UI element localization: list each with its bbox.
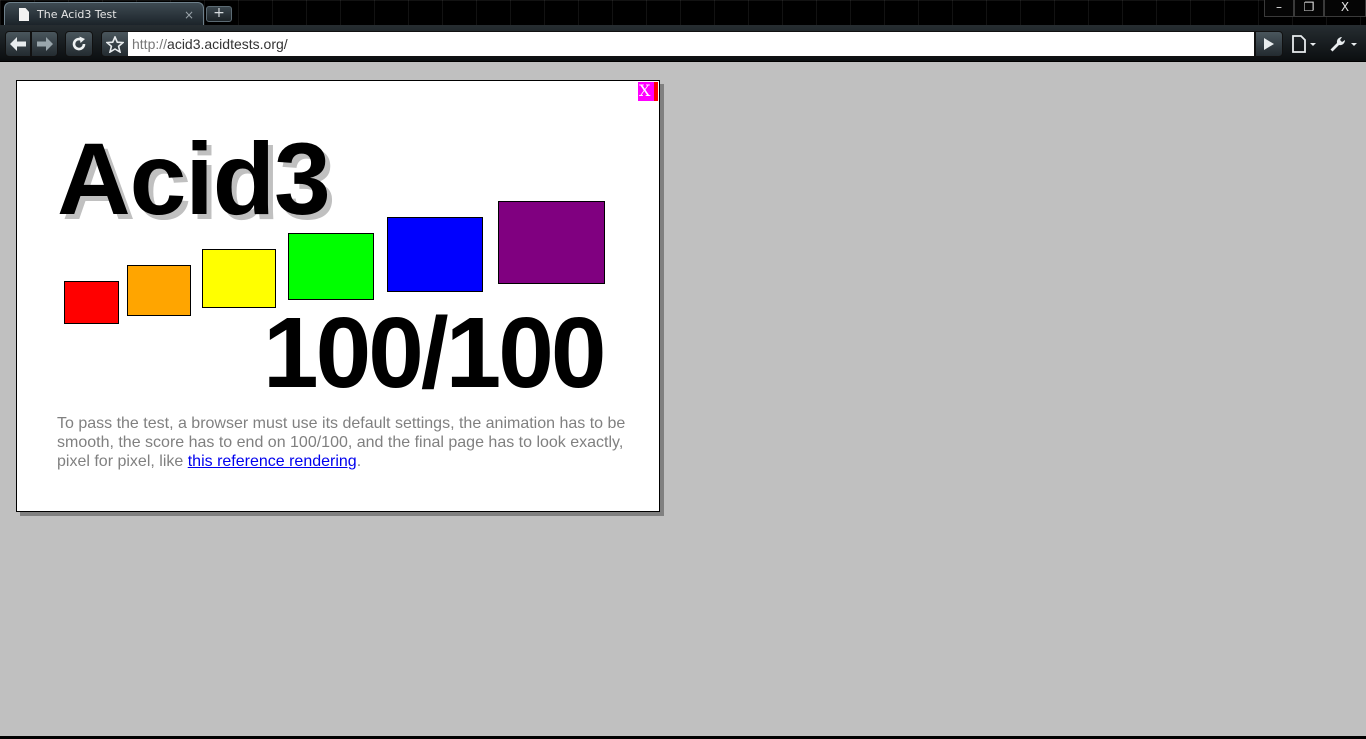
page-icon (19, 8, 29, 21)
minimize-button[interactable]: – (1264, 0, 1294, 17)
url-host-path: acid3.acidtests.org/ (167, 36, 288, 52)
star-icon (106, 35, 124, 53)
page-viewport: X Acid3 100/100 To pass the test, a brow… (0, 63, 1366, 739)
back-arrow-icon (10, 37, 26, 51)
new-tab-button[interactable]: + (206, 6, 232, 22)
back-button[interactable] (5, 31, 31, 57)
acid3-test-panel: X Acid3 100/100 To pass the test, a brow… (16, 80, 660, 512)
bucket-5 (387, 217, 483, 292)
bucket-2 (127, 265, 191, 316)
reference-rendering-link[interactable]: this reference rendering (188, 453, 357, 470)
tab-close-icon[interactable]: × (181, 8, 197, 22)
toolbar: http://acid3.acidtests.org/ (0, 25, 1366, 62)
bucket-4 (288, 233, 374, 300)
go-button[interactable] (1255, 31, 1283, 57)
page-title: Acid3 (57, 122, 331, 236)
score: 100/100 (263, 297, 606, 409)
page-menu-button[interactable] (1288, 31, 1322, 57)
reload-button[interactable] (65, 31, 93, 57)
bucket-1 (64, 281, 119, 324)
close-panel-button[interactable]: X (638, 82, 658, 101)
instructions-text: To pass the test, a browser must use its… (57, 414, 627, 471)
url-scheme: http:// (132, 36, 168, 52)
instructions-suffix: . (356, 453, 362, 470)
tab-acid3[interactable]: The Acid3 Test × (4, 2, 204, 26)
address-bar[interactable]: http://acid3.acidtests.org/ (128, 31, 1255, 57)
forward-arrow-icon (36, 37, 53, 51)
reload-icon (72, 36, 86, 51)
restore-button[interactable]: ❐ (1294, 0, 1324, 17)
window-controls: – ❐ X (1264, 0, 1366, 18)
go-arrow-icon (1264, 38, 1274, 50)
tools-menu-button[interactable] (1326, 31, 1364, 57)
wrench-icon (1330, 36, 1357, 52)
bookmark-star-button[interactable] (101, 31, 129, 57)
window-close-button[interactable]: X (1324, 0, 1366, 17)
forward-button[interactable] (31, 31, 58, 57)
page-menu-icon (1292, 35, 1316, 53)
tab-title: The Acid3 Test (37, 8, 117, 21)
bucket-6 (498, 201, 605, 284)
title-bar: The Acid3 Test × + – ❐ X (0, 0, 1366, 26)
